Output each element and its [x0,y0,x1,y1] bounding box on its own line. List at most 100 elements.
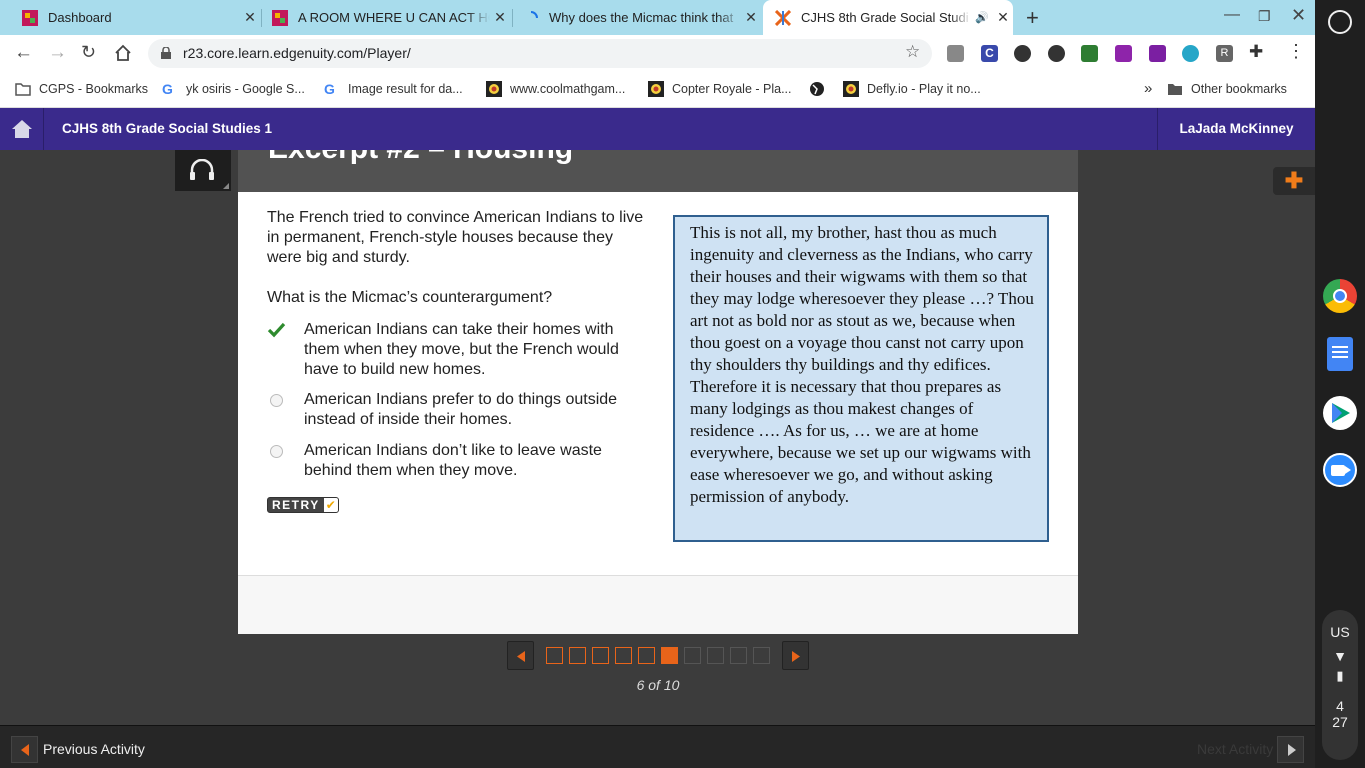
excerpt-passage: This is not all, my brother, hast thou a… [673,215,1049,542]
extension-shield-icon[interactable] [1014,45,1031,62]
retry-button[interactable]: RETRY ✔ [267,497,339,513]
bookmark-image-result[interactable]: G Image result for da... [324,81,463,97]
bookmark-label: Other bookmarks [1191,82,1287,96]
previous-activity-label[interactable]: Previous Activity [43,741,145,757]
retry-label: RETRY [272,498,320,512]
tab-title: CJHS 8th Grade Social Studi [801,10,969,25]
back-arrow-icon[interactable]: ← [14,42,33,64]
checkmark-icon [267,322,286,338]
bookmark-star-icon[interactable]: ☆ [905,42,920,62]
answer-choice[interactable]: American Indians prefer to do things out… [267,390,647,430]
next-activity-button[interactable] [1277,736,1304,763]
os-shelf: US ▼ ▮ 4 27 [1315,0,1365,768]
close-window-icon[interactable]: ✕ [1291,5,1306,26]
address-bar[interactable]: r23.core.learn.edgenuity.com/Player/ [148,39,932,68]
zoom-icon[interactable] [1323,453,1357,487]
extension-puzzle-icon[interactable] [1115,45,1132,62]
pager-prev-button[interactable] [507,641,534,670]
clock-hour: 4 [1336,698,1344,714]
bookmark-label: Image result for da... [348,82,463,96]
pager-step[interactable] [730,647,747,664]
cast-icon[interactable] [1081,45,1098,62]
bookmark-defly[interactable]: Defly.io - Play it no... [843,81,981,97]
audio-button[interactable] [175,150,231,191]
pager-step[interactable] [638,647,655,664]
headphones-icon [190,159,214,180]
course-title: CJHS 8th Grade Social Studies 1 [62,121,273,136]
choice-text: American Indians prefer to do things out… [304,391,618,428]
close-icon[interactable]: ✕ [240,9,260,26]
tab-title: Why does the Micmac think that [549,10,734,25]
bookmark-cgps[interactable]: CGPS - Bookmarks [15,81,148,97]
tab-dashboard[interactable]: Dashboard ✕ [12,0,260,35]
chevron-right-double-icon[interactable]: » [1144,80,1152,97]
google-docs-icon[interactable] [1327,337,1353,371]
pager-step[interactable] [753,647,770,664]
pager-step[interactable] [707,647,724,664]
speaker-icon: 🔊 [975,12,989,24]
bookmark-google[interactable]: Gyk osiris - Google S... [162,81,305,97]
home-button[interactable] [0,108,44,150]
menu-kebab-icon[interactable]: ⋮ [1287,41,1305,62]
forward-arrow-icon[interactable]: → [48,42,67,64]
radio-button[interactable] [270,445,283,458]
user-name[interactable]: LaJada McKinney [1157,108,1315,150]
edgenuity-icon [22,9,38,26]
extension-c-icon[interactable]: C [981,45,998,62]
home-icon [11,120,32,138]
close-icon[interactable]: ✕ [490,9,510,26]
folder-icon [1168,84,1182,95]
tab-title: A ROOM WHERE U CAN ACT HOW [298,10,490,25]
pager-next-button[interactable] [782,641,809,670]
previous-activity-button[interactable] [11,736,38,763]
close-icon[interactable]: ✕ [741,9,761,26]
bookmark-coolmath[interactable]: www.coolmathgam... [486,81,625,97]
tab-strip: Dashboard ✕ A ROOM WHERE U CAN ACT HOW ✕… [0,0,1315,35]
tab-title: Dashboard [48,10,112,25]
home-icon[interactable] [114,44,132,62]
radio-button[interactable] [270,394,283,407]
play-store-icon[interactable] [1323,396,1357,430]
extension-shield-icon[interactable] [1048,45,1065,62]
system-tray[interactable]: US ▼ ▮ 4 27 [1322,610,1358,760]
coolmath-icon [486,81,502,97]
content-footer [238,575,1078,634]
google-icon: G [324,81,335,97]
pager-step[interactable] [684,647,701,664]
extension-r-icon[interactable]: R [1216,45,1233,62]
minimize-icon[interactable]: — [1224,6,1240,24]
pager-step[interactable] [592,647,609,664]
chrome-icon[interactable] [1323,279,1357,313]
battery-icon: ▮ [1336,668,1344,683]
wifi-icon: ▼ [1333,648,1347,664]
close-icon[interactable]: ✕ [993,9,1013,26]
answer-choice[interactable]: American Indians can take their homes wi… [267,320,647,380]
pager-step[interactable] [615,647,632,664]
extensions-puzzle-icon[interactable]: ✚ [1249,42,1263,62]
bookmarks-bar: CGPS - Bookmarks Gyk osiris - Google S..… [0,72,1315,108]
new-tab-button[interactable]: + [1026,5,1039,31]
tab-micmac[interactable]: Why does the Micmac think that ✕ [513,0,761,35]
restore-icon[interactable]: ❐ [1258,8,1271,25]
extension-icon[interactable] [947,45,964,62]
edgenuity-icon [272,9,288,26]
launcher-icon[interactable] [1328,10,1352,34]
checkmark-icon: ✔ [323,498,338,512]
extension-icon[interactable] [1182,45,1199,62]
pager-step-current[interactable] [661,647,678,664]
tab-course-active[interactable]: CJHS 8th Grade Social Studi 🔊 ✕ [763,0,1013,35]
tab-room[interactable]: A ROOM WHERE U CAN ACT HOW ✕ [262,0,510,35]
answer-choice[interactable]: American Indians don’t like to leave was… [267,441,647,481]
reload-icon[interactable]: ↻ [81,42,96,63]
other-bookmarks[interactable]: Other bookmarks [1167,81,1287,97]
globe-icon[interactable] [809,81,825,97]
coolmath-icon [648,81,664,97]
bookmark-copter[interactable]: Copter Royale - Pla... [648,81,792,97]
folder-icon [15,83,31,96]
extension-icon[interactable] [1149,45,1166,62]
pager-step[interactable] [569,647,586,664]
plus-icon[interactable]: ✚ [1273,167,1315,195]
arrow-left-icon [21,744,29,756]
prompt-text: The French tried to convince American In… [267,209,644,266]
pager-step[interactable] [546,647,563,664]
